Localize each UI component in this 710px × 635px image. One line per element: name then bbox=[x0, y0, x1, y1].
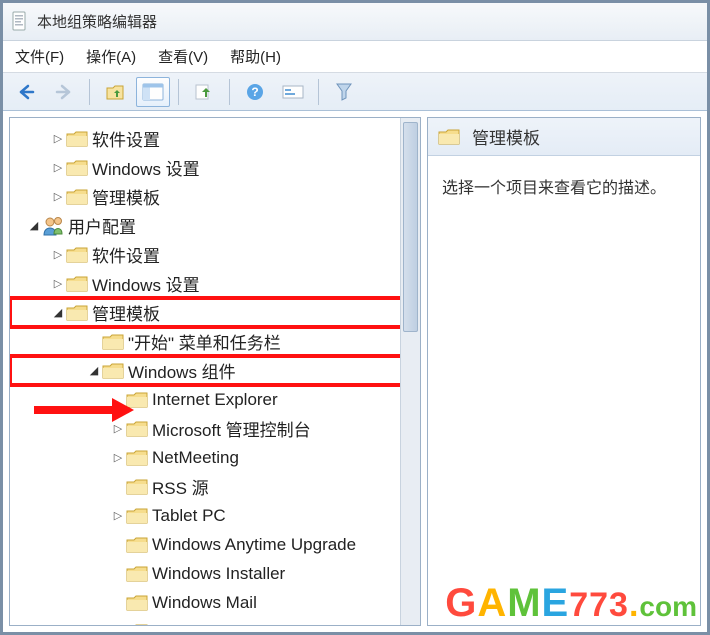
folder-icon bbox=[126, 478, 148, 496]
users-icon bbox=[42, 217, 64, 235]
folder-icon bbox=[102, 362, 124, 380]
folder-icon bbox=[126, 623, 148, 626]
tree-item[interactable]: ▷ Microsoft 管理控制台 bbox=[10, 414, 420, 443]
tree-item[interactable]: RSS 源 bbox=[10, 472, 420, 501]
menu-help[interactable]: 帮助(H) bbox=[230, 46, 281, 67]
app-icon bbox=[11, 11, 29, 33]
folder-icon bbox=[126, 536, 148, 554]
tree-item[interactable]: ▷ NetMeeting bbox=[10, 443, 420, 472]
tree-view[interactable]: ▷软件设置▷Windows 设置▷管理模板◢用户配置▷软件设置▷Windows … bbox=[10, 118, 420, 625]
tree-item[interactable]: ▷ 软件设置 bbox=[10, 240, 420, 269]
svg-text:?: ? bbox=[251, 85, 258, 99]
tree-item-label: RSS 源 bbox=[152, 474, 209, 499]
tree-item-label: Internet Explorer bbox=[152, 390, 278, 410]
tree-item-label: 管理模板 bbox=[92, 184, 160, 209]
expand-icon[interactable]: ▷ bbox=[50, 190, 66, 203]
tree-item[interactable]: ◢ Windows 组件 bbox=[10, 356, 420, 385]
tree-item-label: Windows Mail bbox=[152, 593, 257, 613]
tree-item[interactable]: ◢ 管理模板 bbox=[10, 298, 420, 327]
folder-icon bbox=[126, 449, 148, 467]
folder-icon bbox=[438, 128, 460, 146]
folder-icon bbox=[126, 594, 148, 612]
tree-item-label: 软件设置 bbox=[92, 126, 160, 151]
tree-item-label: Windows 组件 bbox=[128, 358, 236, 383]
tree-item[interactable]: ▷ Windows 设置 bbox=[10, 153, 420, 182]
titlebar: 本地组策略编辑器 bbox=[3, 3, 707, 41]
tree-item-label: Microsoft 管理控制台 bbox=[152, 416, 311, 441]
folder-icon bbox=[66, 304, 88, 322]
expand-icon[interactable]: ▷ bbox=[110, 422, 126, 435]
forward-button[interactable] bbox=[47, 77, 81, 107]
export-button[interactable] bbox=[187, 77, 221, 107]
tree-item-label: Tablet PC bbox=[152, 506, 226, 526]
tree-item[interactable]: ▷ Windows 设置 bbox=[10, 269, 420, 298]
collapse-icon[interactable]: ◢ bbox=[26, 219, 42, 232]
folder-icon bbox=[66, 275, 88, 293]
tree-scrollbar[interactable] bbox=[400, 118, 420, 625]
tree-item-label: NetMeeting bbox=[152, 448, 239, 468]
menubar: 文件(F) 操作(A) 查看(V) 帮助(H) bbox=[3, 41, 707, 73]
tree-item-label: Windows 设置 bbox=[92, 155, 200, 180]
tree-item-label: Windows Media Center bbox=[152, 622, 328, 626]
toolbar-separator bbox=[178, 79, 179, 105]
tree-item[interactable]: ▷ 软件设置 bbox=[10, 124, 420, 153]
tree-item-label: Windows Anytime Upgrade bbox=[152, 535, 356, 555]
folder-icon bbox=[126, 420, 148, 438]
help-button[interactable]: ? bbox=[238, 77, 272, 107]
menu-action[interactable]: 操作(A) bbox=[86, 46, 136, 67]
folder-icon bbox=[126, 507, 148, 525]
folder-icon bbox=[66, 130, 88, 148]
collapse-icon[interactable]: ◢ bbox=[86, 364, 102, 377]
expand-icon[interactable]: ▷ bbox=[50, 132, 66, 145]
tree-item[interactable]: ▷ 管理模板 bbox=[10, 182, 420, 211]
detail-pane: 管理模板 选择一个项目来查看它的描述。 bbox=[427, 117, 701, 626]
tree-item[interactable]: Internet Explorer bbox=[10, 385, 420, 414]
tree-item[interactable]: ◢ 用户配置 bbox=[10, 211, 420, 240]
toolbar-separator bbox=[229, 79, 230, 105]
folder-icon bbox=[66, 159, 88, 177]
tree-item-label: Windows Installer bbox=[152, 564, 285, 584]
folder-icon bbox=[66, 246, 88, 264]
filter-button[interactable] bbox=[327, 77, 361, 107]
tree-pane: ▷软件设置▷Windows 设置▷管理模板◢用户配置▷软件设置▷Windows … bbox=[9, 117, 421, 626]
tree-item[interactable]: Windows Media Center bbox=[10, 617, 420, 625]
toolbar: ? bbox=[3, 73, 707, 111]
properties-button[interactable] bbox=[276, 77, 310, 107]
back-button[interactable] bbox=[9, 77, 43, 107]
toolbar-separator bbox=[318, 79, 319, 105]
detail-body: 选择一个项目来查看它的描述。 bbox=[428, 156, 700, 216]
expand-icon[interactable]: ▷ bbox=[110, 509, 126, 522]
menu-view[interactable]: 查看(V) bbox=[158, 46, 208, 67]
tree-item-label: 管理模板 bbox=[92, 300, 160, 325]
tree-item[interactable]: Windows Anytime Upgrade bbox=[10, 530, 420, 559]
toolbar-separator bbox=[89, 79, 90, 105]
expand-icon[interactable]: ▷ bbox=[50, 248, 66, 261]
tree-item[interactable]: Windows Installer bbox=[10, 559, 420, 588]
tree-item-label: "开始" 菜单和任务栏 bbox=[128, 329, 281, 354]
folder-icon bbox=[126, 565, 148, 583]
scrollbar-thumb[interactable] bbox=[403, 122, 418, 332]
expand-icon[interactable]: ▷ bbox=[50, 277, 66, 290]
up-button[interactable] bbox=[98, 77, 132, 107]
tree-item[interactable]: ▷ Tablet PC bbox=[10, 501, 420, 530]
tree-item-label: Windows 设置 bbox=[92, 271, 200, 296]
expand-icon[interactable]: ▷ bbox=[50, 161, 66, 174]
detail-header-title: 管理模板 bbox=[472, 124, 540, 149]
folder-icon bbox=[66, 188, 88, 206]
folder-icon bbox=[126, 391, 148, 409]
tree-item[interactable]: Windows Mail bbox=[10, 588, 420, 617]
main-area: ▷软件设置▷Windows 设置▷管理模板◢用户配置▷软件设置▷Windows … bbox=[3, 111, 707, 632]
window-title: 本地组策略编辑器 bbox=[37, 11, 157, 32]
folder-icon bbox=[102, 333, 124, 351]
collapse-icon[interactable]: ◢ bbox=[50, 306, 66, 319]
show-tree-button[interactable] bbox=[136, 77, 170, 107]
tree-item[interactable]: "开始" 菜单和任务栏 bbox=[10, 327, 420, 356]
menu-file[interactable]: 文件(F) bbox=[15, 46, 64, 67]
expand-icon[interactable]: ▷ bbox=[110, 451, 126, 464]
tree-item-label: 用户配置 bbox=[68, 213, 136, 238]
detail-header: 管理模板 bbox=[428, 118, 700, 156]
tree-item-label: 软件设置 bbox=[92, 242, 160, 267]
